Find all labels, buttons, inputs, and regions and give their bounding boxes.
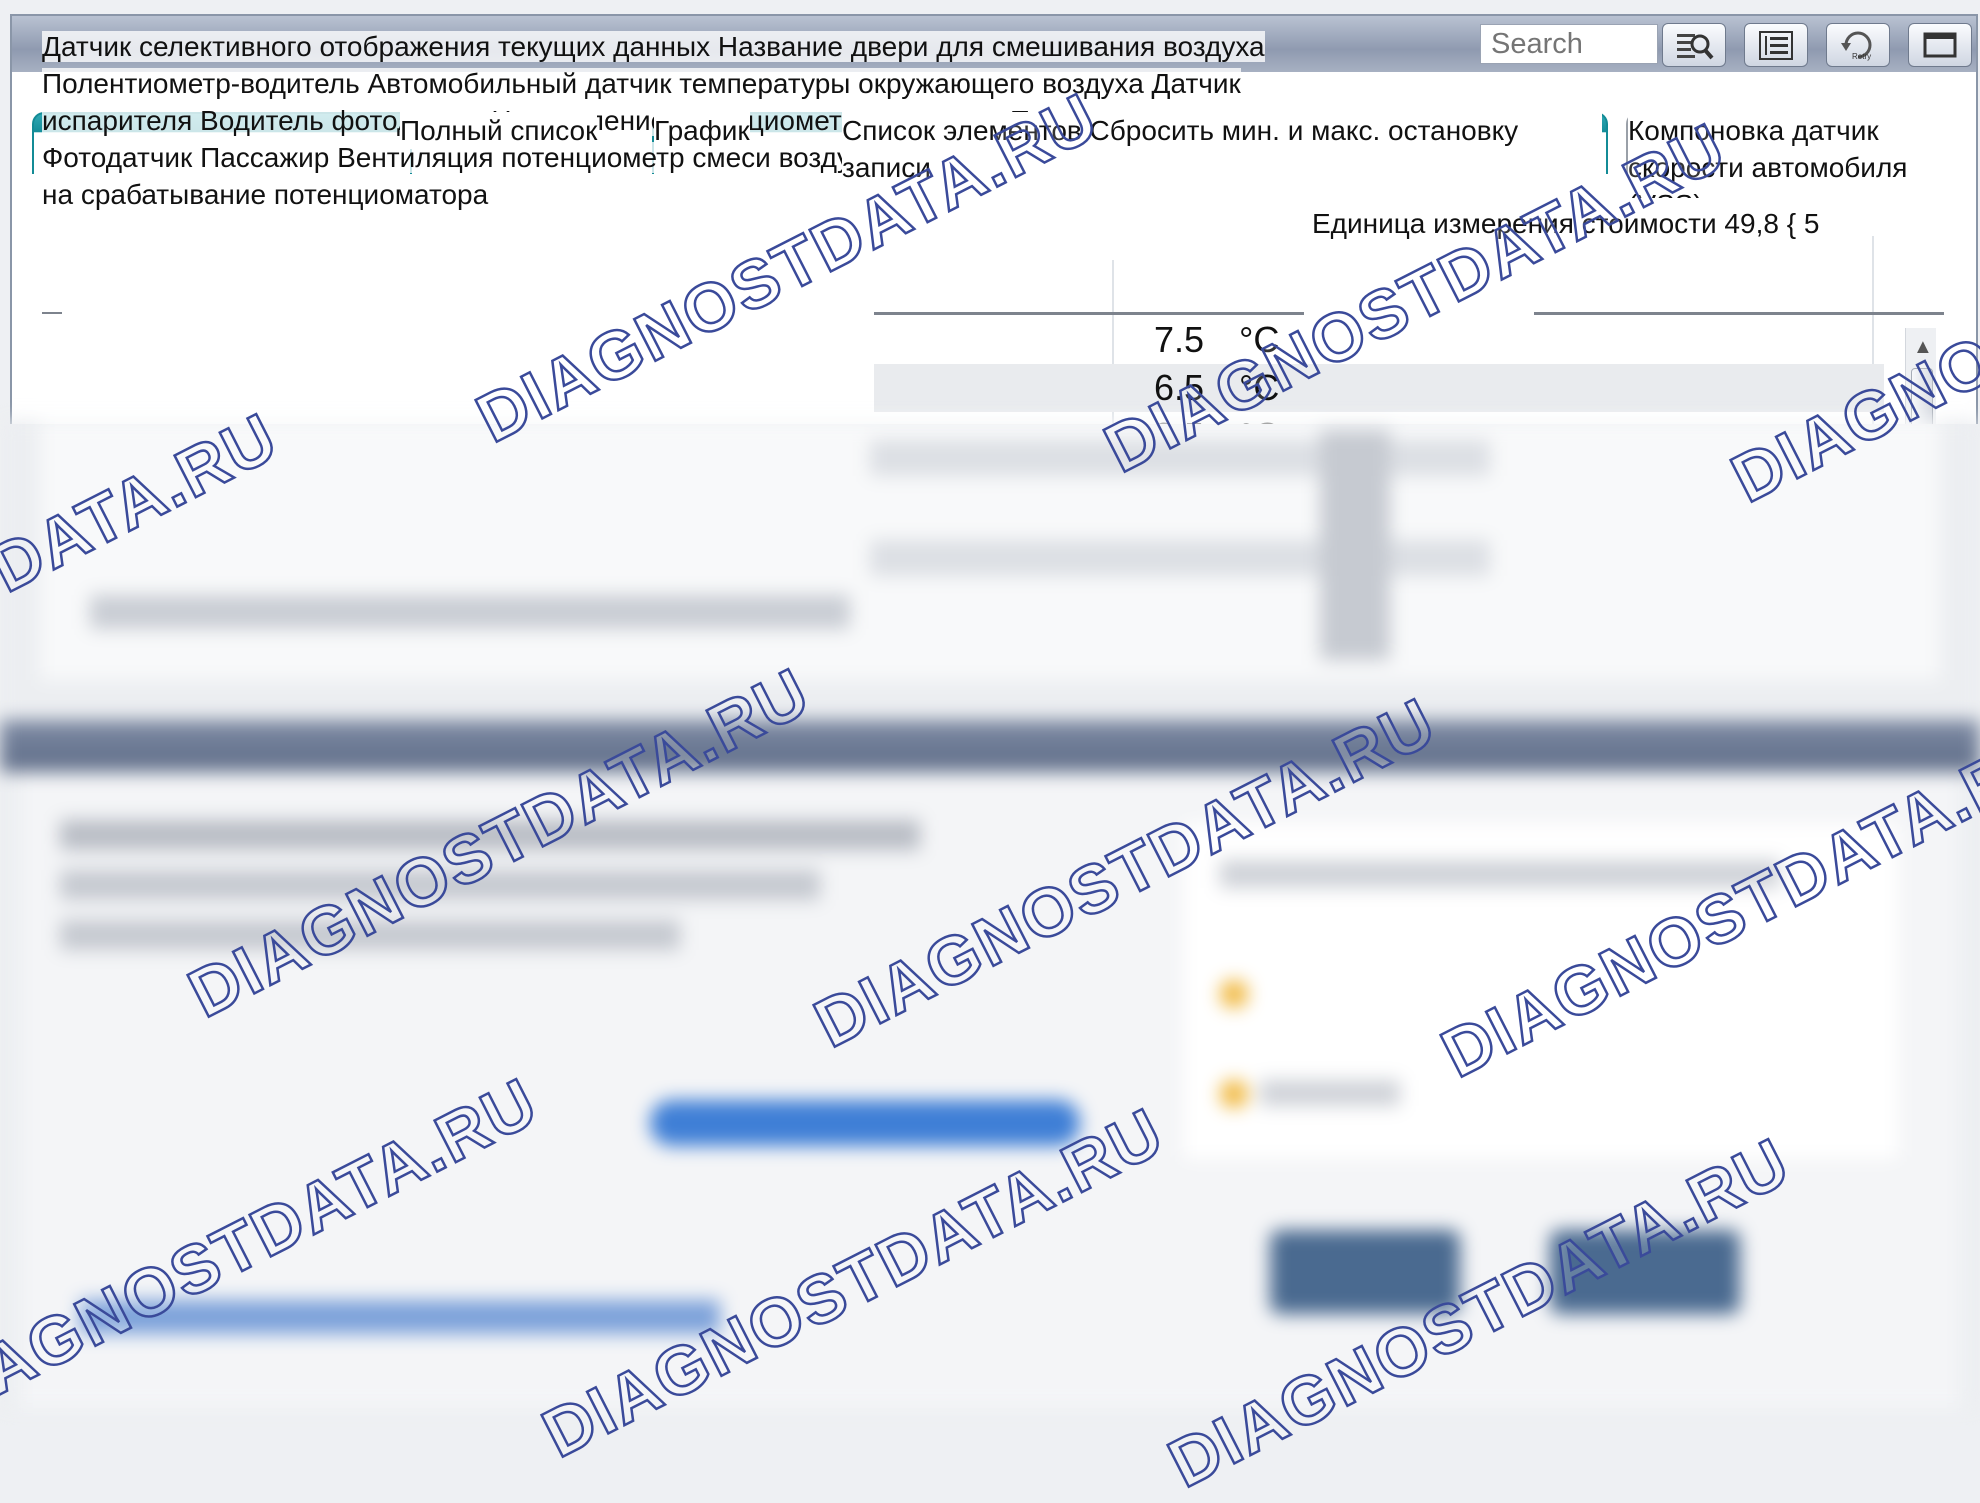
zoom-list-button[interactable] — [1662, 23, 1726, 67]
zoom-list-icon — [1677, 34, 1714, 60]
blurred-text — [1260, 1080, 1400, 1106]
search-input[interactable] — [1480, 24, 1658, 64]
grid-header-line — [42, 312, 62, 314]
window-icon — [1923, 32, 1957, 58]
blurred-radio — [1220, 1080, 1248, 1108]
grid-header-line — [1534, 312, 1944, 315]
tab-full-list-label: Полный список — [400, 112, 598, 149]
tab-graph-label: График — [654, 112, 750, 149]
table-row[interactable]: 6.5 °C — [874, 364, 1884, 412]
blurred-column — [1320, 430, 1390, 660]
data-grid: 7.5 °C 6.5 °C 9.5 °C — [12, 216, 1976, 424]
grid-header-line — [874, 312, 1304, 315]
row-value: 7.5 — [1153, 319, 1204, 360]
retry-icon: Retry — [1841, 31, 1872, 61]
list-view-icon — [1759, 31, 1793, 60]
app-window: Retry Датчик селективного отображения те… — [10, 14, 1978, 424]
window-button[interactable] — [1908, 23, 1972, 67]
blurred-text — [1220, 860, 1780, 888]
blurred-titlebar — [0, 720, 1980, 772]
blurred-row — [870, 540, 1490, 576]
blurred-text — [90, 595, 850, 629]
blurred-radio — [1220, 980, 1248, 1008]
blurred-blue-button — [650, 1100, 1080, 1146]
retry-label: Retry — [1852, 52, 1871, 61]
retry-button[interactable]: Retry — [1826, 23, 1890, 67]
list-view-button[interactable] — [1744, 23, 1808, 67]
